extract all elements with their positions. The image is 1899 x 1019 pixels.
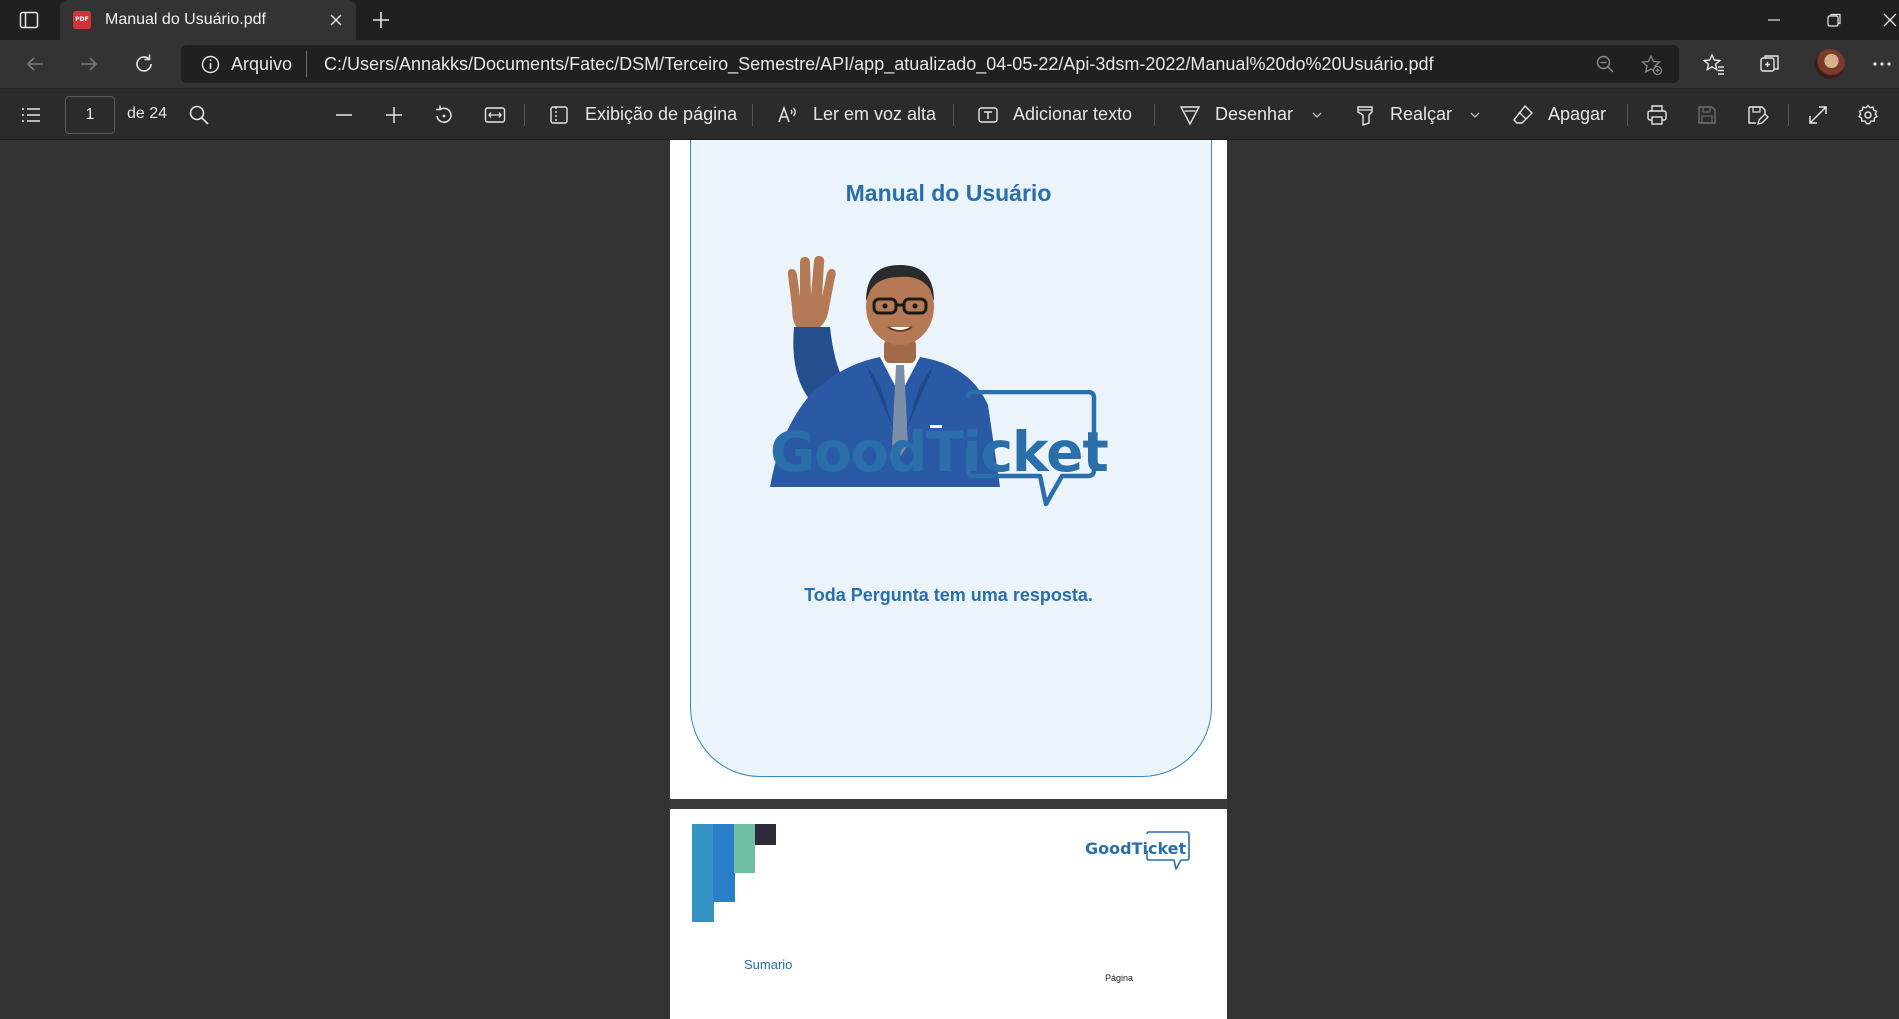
draw-icon[interactable] [1178,103,1202,127]
decor-bar [755,824,776,845]
more-menu-icon[interactable] [1870,52,1894,76]
save-as-icon[interactable] [1745,103,1769,127]
save-icon[interactable] [1695,103,1719,127]
forward-icon[interactable] [77,52,101,76]
toolbar-separator [1788,104,1789,126]
active-tab[interactable]: PDF Manual do Usuário.pdf [60,0,356,40]
close-window-icon[interactable] [1880,10,1899,30]
fullscreen-icon[interactable] [1806,103,1830,127]
navigation-bar: Arquivo C:/Users/Annakks/Documents/Fatec… [0,40,1899,88]
tab-title: Manual do Usuário.pdf [105,11,266,28]
collections-icon[interactable] [1758,52,1782,76]
read-aloud-icon[interactable] [776,103,800,127]
toolbar-separator [752,104,753,126]
toolbar-separator [953,104,954,126]
page-view-button[interactable]: Exibição de página [585,104,737,125]
search-icon[interactable] [187,103,211,127]
draw-button[interactable]: Desenhar [1215,104,1293,125]
page-divider [670,799,1227,809]
decor-bar [713,824,735,902]
logo-wordmark: GoodTicket [770,420,1109,484]
pdf-page-1: Manual do Usuário GoodTicket Toda Pergun… [670,140,1227,799]
site-scheme-label[interactable]: Arquivo [231,54,292,75]
minimize-icon[interactable] [1764,10,1784,30]
decorative-bars [692,824,796,924]
erase-button[interactable]: Apagar [1548,104,1606,125]
address-separator [306,51,307,77]
restore-icon[interactable] [1824,10,1844,30]
decor-bar [734,824,755,873]
read-aloud-button[interactable]: Ler em voz alta [813,104,936,125]
pdf-file-icon: PDF [73,11,91,29]
address-url[interactable]: C:/Users/Annakks/Documents/Fatec/DSM/Ter… [324,54,1434,75]
add-text-icon[interactable] [976,103,1000,127]
decor-bar [692,824,714,922]
pdf-toolbar: 1 de 24 Exibição de página Ler em voz al… [0,88,1899,140]
fit-to-width-icon[interactable] [483,103,507,127]
zoom-in-button[interactable] [382,103,406,127]
zoom-out-button[interactable] [332,103,356,127]
toolbar-separator [524,104,525,126]
site-info-icon[interactable] [201,55,220,74]
zoom-out-icon[interactable] [1595,54,1615,74]
address-bar[interactable]: Arquivo C:/Users/Annakks/Documents/Fatec… [181,45,1679,83]
table-of-contents-icon[interactable] [19,103,43,127]
document-title: Manual do Usuário [845,180,1052,206]
close-tab-icon[interactable] [328,12,344,28]
toolbar-separator [1154,104,1155,126]
new-tab-icon[interactable] [370,9,392,31]
tab-strip: PDF Manual do Usuário.pdf [0,0,1899,40]
goodticket-logo-small: GoodTicket [1085,831,1205,876]
pdf-viewer[interactable]: Manual do Usuário GoodTicket Toda Pergun… [0,140,1899,1019]
add-favorite-icon[interactable] [1641,54,1663,76]
toc-heading: Sumario [744,957,793,972]
highlight-options-chevron-icon[interactable] [1463,103,1487,127]
page-count-label: de 24 [127,105,168,122]
print-icon[interactable] [1645,103,1669,127]
pdf-page-2: GoodTicket Sumario Página [670,809,1227,1019]
goodticket-logo: GoodTicket [770,390,1140,550]
page-number-input[interactable]: 1 [65,96,115,134]
favorites-icon[interactable] [1702,52,1726,76]
page-view-icon[interactable] [547,103,571,127]
highlight-button[interactable]: Realçar [1390,104,1452,125]
logo-wordmark-small: GoodTicket [1085,839,1187,858]
refresh-icon[interactable] [132,52,156,76]
tagline: Toda Pergunta tem uma resposta. [804,585,1093,605]
toolbar-separator [1627,104,1628,126]
draw-options-chevron-icon[interactable] [1305,103,1329,127]
settings-gear-icon[interactable] [1856,103,1880,127]
profile-avatar[interactable] [1815,49,1845,79]
highlight-icon[interactable] [1353,103,1377,127]
add-text-button[interactable]: Adicionar texto [1013,104,1132,125]
back-icon[interactable] [23,52,47,76]
rotate-icon[interactable] [432,103,456,127]
toc-page-column-label: Página [1105,973,1134,983]
tab-actions-icon[interactable] [18,9,40,31]
eraser-icon[interactable] [1511,103,1535,127]
